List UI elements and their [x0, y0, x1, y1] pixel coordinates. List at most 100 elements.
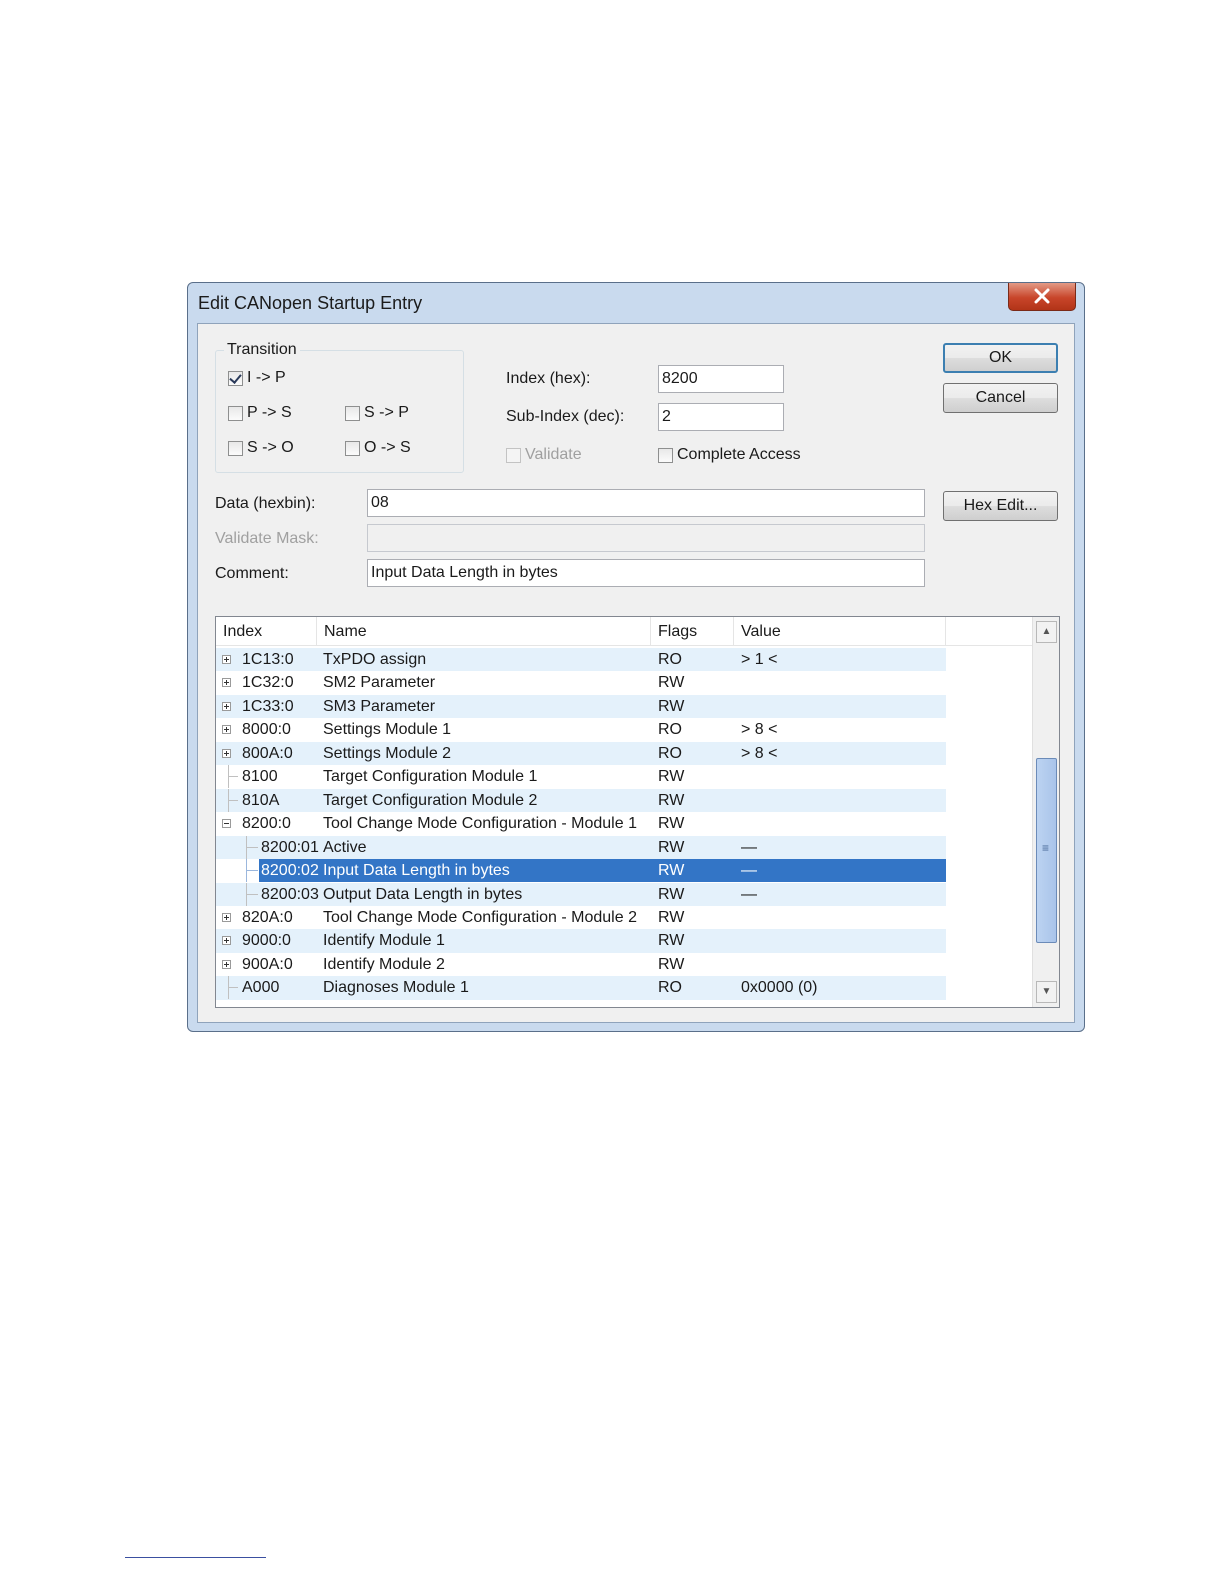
list-row[interactable]: 9000:0 Identify Module 1 RW	[216, 929, 946, 953]
comment-label: Comment:	[215, 565, 289, 582]
tree-branch-icon	[228, 776, 238, 778]
transition-o-s-checkbox[interactable]: O -> S	[345, 439, 411, 457]
transition-s-p-checkbox[interactable]: S -> P	[345, 404, 409, 422]
scroll-thumb[interactable]: ≡	[1036, 758, 1057, 943]
list-row[interactable]: A000 Diagnoses Module 1 RO 0x0000 (0)	[216, 976, 946, 1000]
list-row[interactable]: 820A:0 Tool Change Mode Configuration - M…	[216, 906, 946, 929]
cell-flags: RO	[658, 744, 682, 762]
list-row[interactable]: 8200:03 Output Data Length in bytes RW —	[216, 882, 946, 906]
list-row[interactable]: 810A Target Configuration Module 2 RW	[216, 788, 946, 813]
cell-name: Identify Module 1	[323, 932, 445, 950]
complete-access-checkbox[interactable]: Complete Access	[658, 446, 801, 464]
cell-flags: RO	[658, 651, 682, 668]
expand-plus-icon[interactable]	[222, 936, 231, 946]
cell-name: SM3 Parameter	[323, 697, 436, 715]
list-row[interactable]: 1C33:0 SM3 Parameter RW	[216, 694, 946, 719]
object-list[interactable]: Index Name Flags Value 1C13:0 TxPDO assig…	[215, 616, 1060, 1008]
scroll-down-arrow-icon[interactable]: ▼	[1036, 981, 1057, 1003]
list-row[interactable]: 1C32:0 SM2 Parameter RW	[216, 671, 946, 694]
cell-flags: RO	[658, 721, 682, 739]
cell-flags: RW	[658, 955, 685, 973]
checkbox-icon	[345, 440, 360, 456]
transition-s-o-checkbox[interactable]: S -> O	[228, 439, 294, 457]
column-header-flags[interactable]: Flags	[651, 617, 734, 645]
validate-checkbox[interactable]: Validate	[506, 446, 582, 464]
vertical-scrollbar[interactable]: ▲ ≡ ▼	[1032, 617, 1059, 1007]
index-label: Index (hex):	[506, 370, 591, 387]
cell-name: Output Data Length in bytes	[323, 885, 523, 903]
footnote-rule	[125, 1557, 266, 1558]
tree-branch-icon	[228, 987, 238, 989]
cell-flags: RW	[658, 885, 685, 903]
cell-flags: RW	[658, 697, 685, 715]
list-row[interactable]: 1C13:0 TxPDO assign RO > 1 <	[216, 648, 946, 672]
cell-index: 8200:02	[261, 862, 319, 880]
cell-flags: RW	[658, 815, 685, 833]
cell-flags: RW	[658, 768, 685, 786]
tree-branch-icon	[228, 799, 238, 801]
transition-i-p-checkbox[interactable]: I -> P	[228, 369, 286, 387]
column-header-index[interactable]: Index	[216, 617, 317, 645]
cell-index: 800A:0	[242, 744, 293, 762]
expand-plus-icon[interactable]	[222, 701, 231, 711]
column-header-name[interactable]: Name	[317, 617, 651, 645]
checkbox-icon	[506, 447, 521, 463]
index-input[interactable]: 8200	[658, 365, 784, 393]
checkbox-icon	[345, 405, 360, 421]
cell-flags: RW	[658, 862, 685, 880]
cell-index: 810A	[242, 791, 280, 809]
list-row[interactable]: 8000:0 Settings Module 1 RO > 8 <	[216, 718, 946, 741]
cell-index: A000	[242, 979, 280, 997]
column-header-value[interactable]: Value	[734, 617, 946, 645]
list-row[interactable]: 8100 Target Configuration Module 1 RW	[216, 765, 946, 789]
list-row[interactable]: 8200:0 Tool Change Mode Configuration - M…	[216, 812, 946, 835]
data-label: Data (hexbin):	[215, 495, 316, 512]
expand-plus-icon[interactable]	[222, 748, 231, 758]
cell-name: Active	[323, 838, 367, 856]
transition-group-title: Transition	[224, 341, 300, 359]
expand-plus-icon[interactable]	[222, 912, 231, 922]
subindex-input[interactable]: 2	[658, 403, 784, 431]
checkbox-label: Complete Access	[677, 446, 801, 463]
cancel-button[interactable]: Cancel	[943, 383, 1058, 413]
list-row[interactable]: 8200:02 Input Data Length in bytes RW —	[246, 859, 946, 883]
cell-value: —	[741, 885, 757, 903]
checkbox-label: I -> P	[247, 369, 286, 386]
cell-value: —	[741, 862, 757, 880]
hex-edit-button[interactable]: Hex Edit...	[943, 491, 1058, 521]
validate-mask-input	[367, 524, 925, 552]
close-button[interactable]	[1008, 283, 1076, 311]
data-input[interactable]: 08	[367, 489, 925, 517]
list-row[interactable]: 800A:0 Settings Module 2 RO > 8 <	[216, 741, 946, 766]
transition-p-s-checkbox[interactable]: P -> S	[228, 404, 292, 422]
collapse-minus-icon[interactable]	[222, 819, 231, 829]
list-header: Index Name Flags Value	[216, 617, 1033, 646]
cell-index: 900A:0	[242, 955, 293, 973]
cell-value: —	[741, 838, 757, 856]
cell-name: Target Configuration Module 2	[323, 791, 538, 809]
expand-plus-icon[interactable]	[222, 678, 231, 688]
cell-name: SM2 Parameter	[323, 674, 436, 692]
subindex-label: Sub-Index (dec):	[506, 408, 625, 425]
cell-value: 0x0000 (0)	[741, 979, 818, 997]
title-bar[interactable]: Edit CANopen Startup Entry	[188, 283, 1084, 323]
cell-flags: RW	[658, 838, 685, 856]
cell-flags: RW	[658, 674, 685, 692]
list-row[interactable]: 900A:0 Identify Module 2 RW	[216, 953, 946, 976]
expand-plus-icon[interactable]	[222, 725, 231, 735]
expand-plus-icon[interactable]	[222, 655, 231, 664]
cell-index: 9000:0	[242, 932, 291, 950]
close-icon	[1034, 288, 1050, 304]
checkbox-label: S -> P	[364, 404, 409, 421]
list-row[interactable]: 8200:01 Active RW —	[216, 835, 946, 859]
ok-button[interactable]: OK	[943, 343, 1058, 373]
cell-name: TxPDO assign	[323, 651, 427, 668]
checkbox-label: O -> S	[364, 439, 411, 456]
cell-value: > 8 <	[741, 721, 778, 739]
cell-flags: RW	[658, 908, 685, 926]
expand-plus-icon[interactable]	[222, 959, 231, 969]
comment-input[interactable]: Input Data Length in bytes	[367, 559, 925, 587]
cell-name: Diagnoses Module 1	[323, 979, 469, 997]
scroll-up-arrow-icon[interactable]: ▲	[1036, 621, 1057, 643]
cell-index: 8000:0	[242, 721, 291, 739]
